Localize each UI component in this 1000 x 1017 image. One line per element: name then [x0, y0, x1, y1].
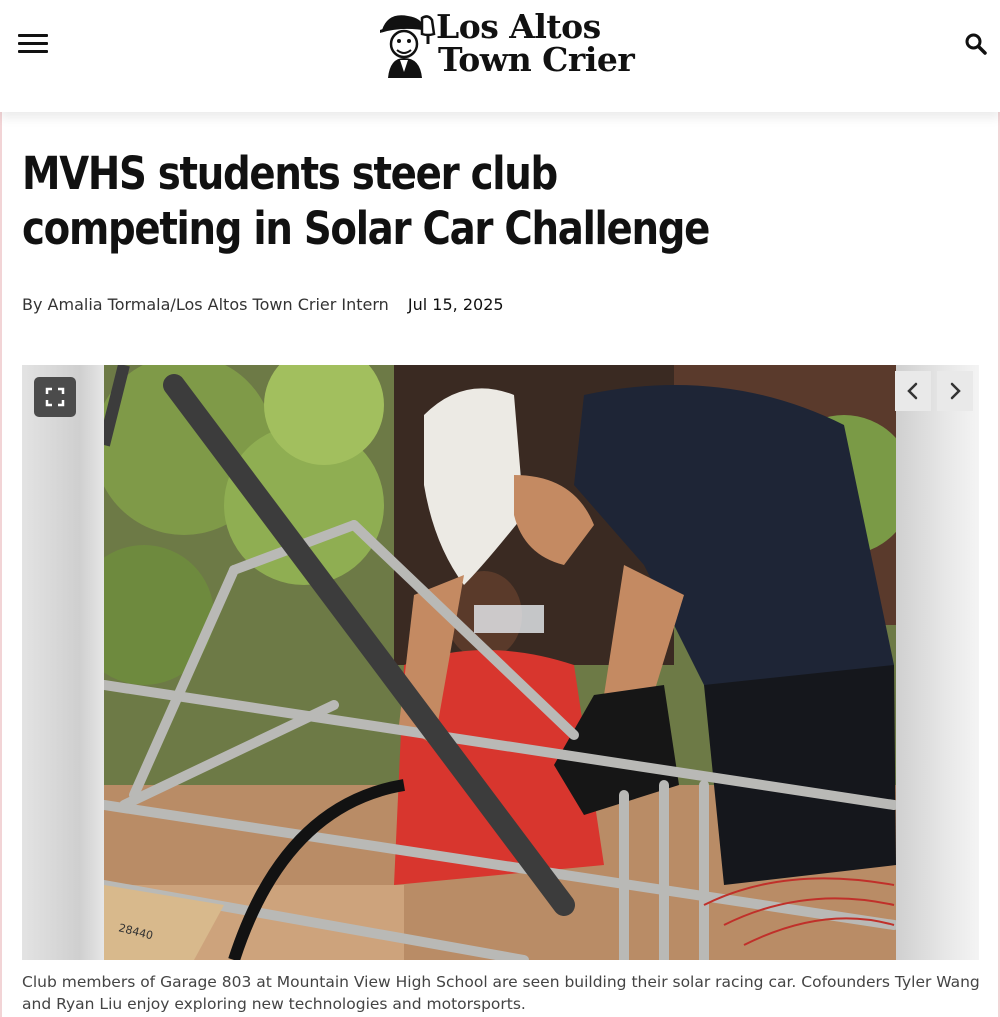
site-name-line2: Town Crier [438, 40, 635, 79]
search-icon [965, 33, 987, 55]
site-logo-text: Los Altos Town Crier [436, 7, 635, 79]
search-button[interactable] [964, 32, 988, 56]
site-name-line1: Los Altos [436, 7, 601, 46]
publish-date: Jul 15, 2025 [407, 295, 504, 314]
photo-caption: Club members of Garage 803 at Mountain V… [22, 973, 980, 1013]
chevron-right-icon [950, 382, 961, 400]
menu-button[interactable] [18, 34, 48, 54]
site-header: Los Altos Town Crier [0, 0, 1000, 112]
town-crier-mascot-icon [380, 15, 436, 78]
author-name[interactable]: By Amalia Tormala/Los Altos Town Crier I… [22, 295, 389, 314]
gallery-edge-shade [895, 365, 979, 960]
gallery-prev-button[interactable] [895, 371, 931, 411]
gallery-photo[interactable]: 28440 [104, 365, 896, 960]
expand-icon [45, 387, 65, 407]
article-byline: By Amalia Tormala/Los Altos Town Crier I… [22, 295, 504, 314]
page-frame-left [0, 0, 2, 1017]
site-logo[interactable]: Los Altos Town Crier [378, 7, 635, 84]
chevron-left-icon [907, 382, 918, 400]
hamburger-menu-icon [18, 34, 48, 37]
photo-gallery: 28440 [22, 365, 979, 960]
gallery-next-button[interactable] [937, 371, 973, 411]
expand-button[interactable] [34, 377, 76, 417]
article-headline: MVHS students steer club competing in So… [22, 147, 710, 255]
